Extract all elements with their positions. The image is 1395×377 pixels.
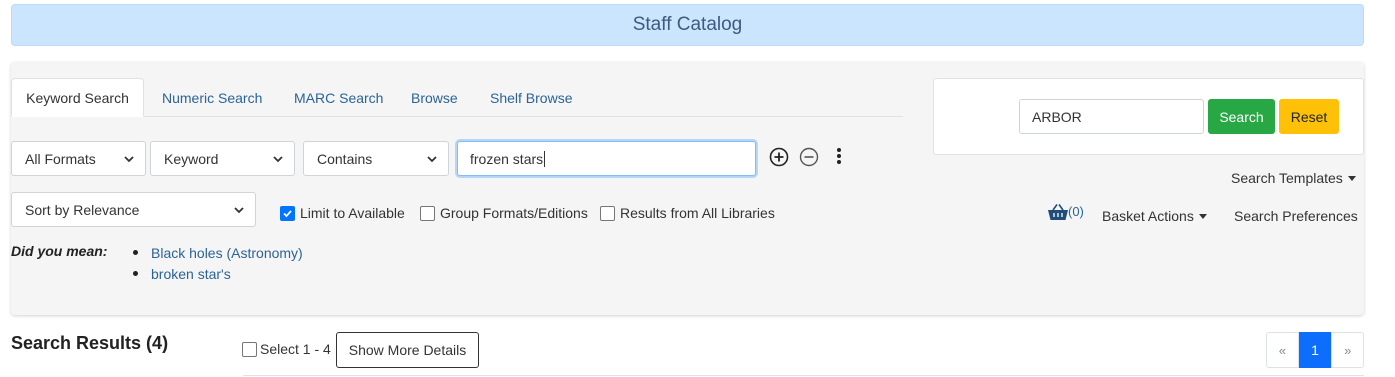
basket-count: (0) — [1068, 204, 1084, 219]
tab-marc-search[interactable]: MARC Search — [294, 86, 383, 110]
all-libraries-checkbox[interactable] — [600, 205, 615, 221]
search-results-title: Search Results (4) — [11, 333, 169, 353]
plus-circle-icon[interactable] — [768, 146, 790, 168]
match-op-select[interactable]: Contains — [303, 141, 449, 176]
tab-label: Keyword Search — [26, 89, 129, 106]
limit-available-checkbox[interactable] — [280, 205, 295, 221]
list-item: broken star's — [133, 263, 303, 284]
group-formats-option[interactable]: Group Formats/Editions — [420, 204, 588, 222]
results-divider — [243, 375, 1364, 376]
did-you-mean-label: Did you mean: — [11, 243, 108, 259]
minus-circle-icon[interactable] — [798, 146, 820, 168]
group-formats-checkbox[interactable] — [420, 205, 435, 221]
format-select[interactable]: All Formats — [11, 141, 146, 176]
tab-browse[interactable]: Browse — [411, 86, 458, 110]
bullet-icon — [133, 250, 138, 255]
chevron-down-icon — [427, 155, 437, 162]
bullet-icon — [133, 271, 138, 276]
tab-label: Numeric Search — [162, 90, 263, 106]
pagination: « 1 » — [1266, 332, 1365, 368]
list-item: Black holes (Astronomy) — [133, 242, 303, 263]
search-preferences-link[interactable]: Search Preferences — [1234, 207, 1358, 225]
pager-page-current[interactable]: 1 — [1298, 332, 1332, 368]
did-you-mean-list: Black holes (Astronomy) broken star's — [133, 242, 303, 284]
suggestion-link[interactable]: Black holes (Astronomy) — [151, 245, 303, 261]
chevron-down-icon — [124, 155, 134, 162]
search-query-value: frozen stars — [470, 150, 544, 167]
basket-actions-label: Basket Actions — [1102, 208, 1194, 224]
tabs-divider — [11, 116, 903, 117]
sort-select-value: Sort by Relevance — [25, 201, 140, 218]
search-button[interactable]: Search — [1208, 99, 1275, 134]
search-templates-dropdown[interactable]: Search Templates — [1231, 169, 1356, 187]
tab-numeric-search[interactable]: Numeric Search — [162, 86, 262, 110]
chevron-down-icon — [273, 155, 283, 162]
select-all-option[interactable]: Select 1 - 4 — [242, 340, 331, 358]
vertical-ellipsis-icon[interactable] — [832, 146, 846, 166]
tab-label: Shelf Browse — [490, 90, 573, 106]
group-formats-label: Group Formats/Editions — [440, 205, 588, 221]
search-preferences-label: Search Preferences — [1234, 208, 1358, 224]
select-all-label: Select 1 - 4 — [260, 341, 331, 357]
show-more-details-button[interactable]: Show More Details — [336, 332, 479, 368]
search-templates-label: Search Templates — [1231, 170, 1343, 186]
search-field-value: Keyword — [164, 150, 219, 167]
caret-down-icon — [1198, 213, 1207, 219]
basket-actions-dropdown[interactable]: Basket Actions — [1102, 207, 1207, 225]
show-more-details-label: Show More Details — [348, 342, 467, 358]
tab-shelf-browse[interactable]: Shelf Browse — [490, 86, 572, 110]
pager-next[interactable]: » — [1331, 332, 1365, 368]
caret-down-icon — [1347, 175, 1356, 181]
org-unit-value: ARBOR — [1032, 108, 1082, 125]
search-query-input[interactable]: frozen stars — [457, 141, 756, 176]
search-field-select[interactable]: Keyword — [150, 141, 295, 176]
page-title: Staff Catalog — [632, 14, 743, 35]
all-libraries-option[interactable]: Results from All Libraries — [600, 204, 775, 222]
tab-label: Browse — [411, 90, 458, 106]
reset-button-label: Reset — [1290, 108, 1328, 125]
pager-prev[interactable]: « — [1266, 332, 1299, 368]
suggestion-link[interactable]: broken star's — [151, 266, 231, 282]
reset-button[interactable]: Reset — [1279, 99, 1339, 134]
select-all-checkbox[interactable] — [242, 341, 257, 357]
checkmark-icon — [283, 209, 292, 217]
all-libraries-label: Results from All Libraries — [620, 205, 775, 221]
sort-select[interactable]: Sort by Relevance — [11, 192, 256, 227]
text-cursor — [544, 150, 546, 167]
match-op-value: Contains — [317, 150, 373, 167]
tab-label: MARC Search — [294, 90, 384, 106]
staff-catalog-banner: Staff Catalog — [11, 4, 1364, 46]
basket-icon[interactable] — [1047, 203, 1069, 221]
tab-keyword-search[interactable]: Keyword Search — [11, 78, 144, 117]
format-select-value: All Formats — [25, 150, 96, 167]
chevron-down-icon — [234, 206, 244, 213]
limit-available-label: Limit to Available — [300, 205, 405, 221]
limit-available-option[interactable]: Limit to Available — [280, 204, 405, 222]
search-button-label: Search — [1219, 108, 1264, 125]
org-unit-input[interactable]: ARBOR — [1019, 99, 1204, 134]
